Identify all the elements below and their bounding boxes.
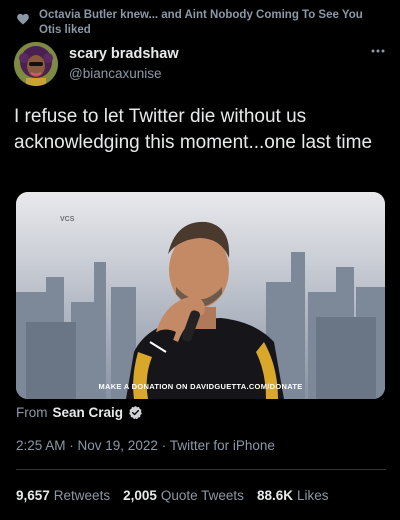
meta-separator: · [157,438,170,453]
tweet-meta: 2:25 AM · Nov 19, 2022 · Twitter for iPh… [16,438,275,453]
video-caption: MAKE A DONATION ON DAVIDGUETTA.COM/DONAT… [98,382,303,391]
source-prefix: From [16,405,48,420]
video-watermark: VCS [60,216,75,223]
tweet-time[interactable]: 2:25 AM [16,438,66,453]
stat-likes[interactable]: 88.6K Likes [257,488,329,503]
avatar[interactable] [14,42,58,86]
tweet-media-video[interactable]: VCS MAKE A DONATION ON DAVIDGUETTA.COM/D… [16,192,385,399]
meta-separator: · [65,438,78,453]
stat-count: 2,005 [123,488,157,503]
author-handle[interactable]: @biancaxunise [69,66,162,81]
stat-label: Likes [296,488,329,503]
social-context-text: Octavia Butler knew... and Aint Nobody C… [39,9,363,36]
stat-retweets[interactable]: 9,657 Retweets [16,488,110,503]
divider [16,469,386,470]
stat-quote-tweets[interactable]: 2,005 Quote Tweets [123,488,244,503]
stat-label: Retweets [53,488,111,503]
tweet-date[interactable]: Nov 19, 2022 [78,438,158,453]
tweet-client[interactable]: Twitter for iPhone [170,438,275,453]
source-author-link[interactable]: Sean Craig [53,405,124,420]
stat-count: 9,657 [16,488,50,503]
tweet-author: scary bradshaw @biancaxunise [14,42,386,88]
social-context[interactable]: Octavia Butler knew... and Aint Nobody C… [16,8,388,38]
tweet-text: I refuse to let Twitter die without us a… [14,106,373,153]
author-display-name[interactable]: scary bradshaw [69,46,179,62]
stat-label: Quote Tweets [160,488,244,503]
media-source: From Sean Craig [16,405,143,420]
video-frame [16,192,385,399]
stat-count: 88.6K [256,488,293,503]
verified-badge-icon [129,405,142,420]
more-dots-icon[interactable] [370,48,386,54]
heart-icon [17,13,29,25]
tweet-stats: 9,657 Retweets 2,005 Quote Tweets 88.6K … [16,488,341,503]
